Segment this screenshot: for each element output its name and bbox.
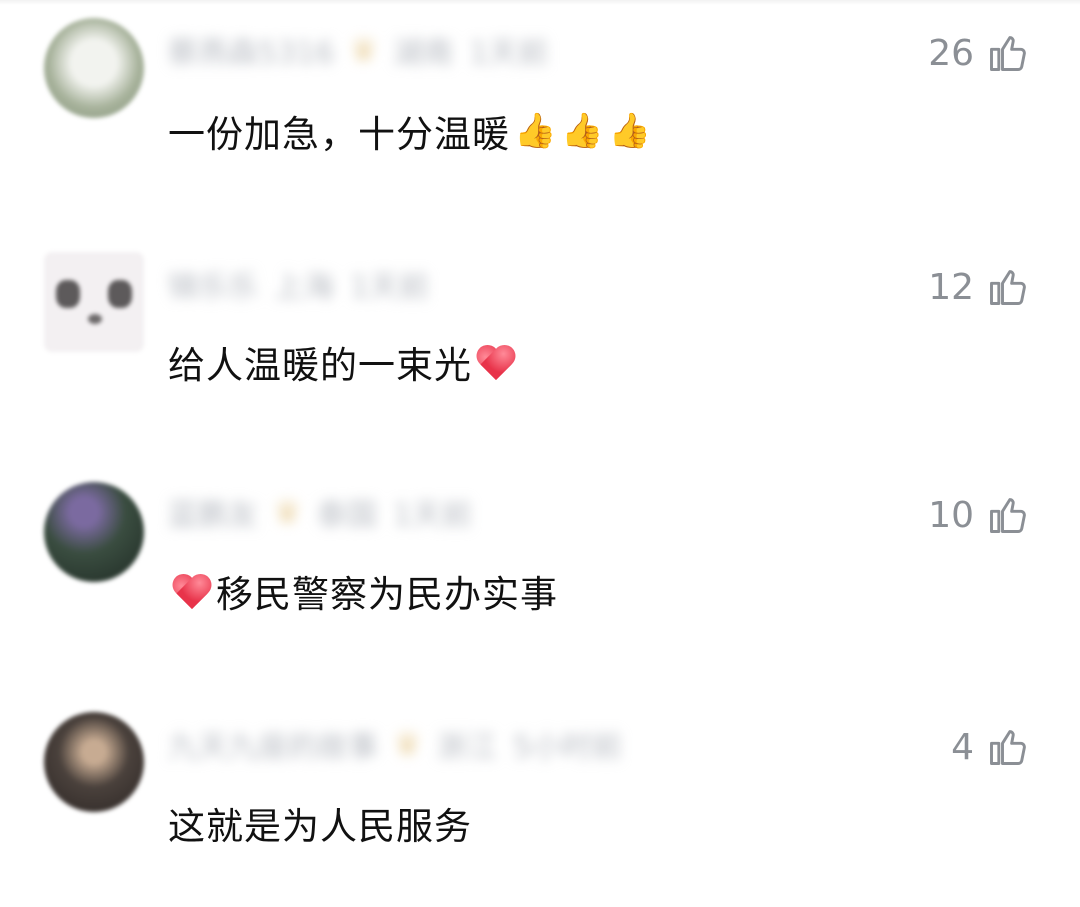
thumbs-up-icon	[990, 270, 1026, 305]
comment-text: 移民警察为民办实事	[216, 573, 558, 616]
comment-item: 九天九座的故事 ♛ 浙江 5小时前 这就是为人民服务 4	[0, 700, 1080, 900]
comment-text: 这就是为人民服务	[168, 805, 472, 848]
timestamp: 1天前	[350, 270, 430, 305]
comment-text-row: 移民警察为民办实事	[168, 564, 558, 618]
comment-text-row: 给人温暖的一束光	[168, 335, 520, 389]
comment-item: 锦乐乐 上海 1天前 给人温暖的一束光 12	[0, 240, 1080, 440]
username[interactable]: 锦乐乐	[168, 262, 258, 306]
thumbs-up-icon	[990, 36, 1026, 71]
comment-text: 给人温暖的一束光	[168, 344, 472, 387]
username[interactable]: 九天九座的故事	[168, 722, 378, 766]
thumbs-up-emoji-icon: 👍	[561, 111, 605, 151]
comment-text-row: 一份加急，十分温暖 👍 👍 👍	[168, 104, 652, 158]
username[interactable]: 蔡燕森5316	[168, 28, 334, 72]
location: 湖南	[393, 36, 454, 71]
username[interactable]: 蓝鹏友	[168, 490, 258, 534]
like-button[interactable]: 26	[928, 28, 1030, 78]
like-count: 10	[928, 494, 974, 536]
comment-meta: 蔡燕森5316 ♛ 湖南 1天前	[168, 28, 549, 72]
like-button[interactable]: 4	[951, 722, 1030, 772]
comment-item: 蓝鹏友 ♛ 泰国 1天前 移民警察为民办实事 10	[0, 468, 1080, 668]
avatar[interactable]	[44, 18, 144, 118]
thumbs-up-emoji-icon: 👍	[608, 111, 653, 151]
like-button[interactable]: 10	[928, 490, 1030, 540]
location: 上海	[274, 270, 334, 305]
timestamp: 1天前	[392, 498, 472, 533]
timestamp: 1天前	[469, 36, 549, 71]
like-button[interactable]: 12	[928, 262, 1030, 312]
thumbs-up-icon	[990, 730, 1026, 765]
like-count: 4	[951, 726, 974, 768]
crown-icon: ♛	[274, 494, 301, 530]
comment-text: 一份加急，十分温暖	[168, 113, 510, 156]
heart-emoji-icon	[476, 342, 516, 382]
crown-icon: ♛	[394, 726, 421, 762]
comment-meta: 锦乐乐 上海 1天前	[168, 262, 430, 306]
like-count: 26	[928, 32, 974, 74]
avatar[interactable]	[44, 482, 144, 582]
location: 泰国	[316, 498, 377, 533]
crown-icon: ♛	[350, 32, 378, 68]
like-count: 12	[928, 266, 974, 308]
thumbs-up-emoji-icon: 👍	[514, 111, 558, 151]
thumbs-up-icon	[990, 498, 1026, 533]
comment-meta: 蓝鹏友 ♛ 泰国 1天前	[168, 490, 472, 534]
location: 浙江	[436, 730, 497, 765]
timestamp: 5小时前	[512, 730, 622, 765]
comment-item: 蔡燕森5316 ♛ 湖南 1天前 一份加急，十分温暖 👍 👍 👍 26	[0, 0, 1080, 200]
heart-emoji-icon	[172, 571, 212, 611]
avatar[interactable]	[44, 712, 144, 812]
comment-text-row: 这就是为人民服务	[168, 796, 472, 850]
avatar[interactable]	[44, 252, 144, 352]
comment-meta: 九天九座的故事 ♛ 浙江 5小时前	[168, 722, 622, 766]
